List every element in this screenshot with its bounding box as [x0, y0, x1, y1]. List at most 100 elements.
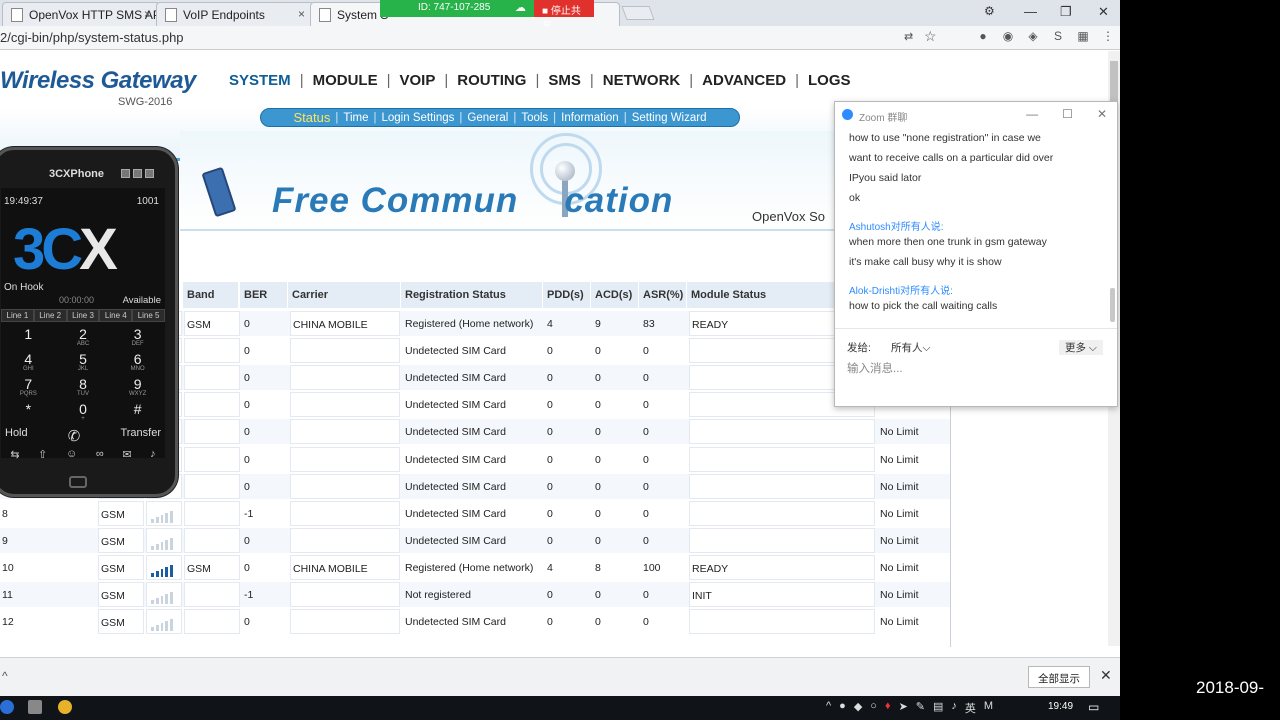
menu-icon[interactable]: ⋮: [1102, 29, 1114, 43]
table-row: 12 GSM 0 Undetected SIM Card 0 0 0 No Limit: [0, 609, 950, 635]
line-2-button[interactable]: Line 2: [33, 309, 67, 322]
network-icon[interactable]: ▤: [933, 700, 943, 716]
minimize-button[interactable]: —: [1026, 107, 1038, 121]
line-3-button[interactable]: Line 3: [66, 309, 100, 322]
subnav-general[interactable]: General: [462, 112, 513, 124]
ime-mode-icon[interactable]: M: [984, 700, 993, 716]
taskbar-clock[interactable]: 19:49: [1048, 701, 1073, 712]
show-all-button[interactable]: 全部显示: [1028, 666, 1090, 688]
keypad-key[interactable]: 8 TUV: [56, 375, 111, 400]
close-tab-icon[interactable]: ×: [144, 7, 151, 21]
circle-tray-icon[interactable]: ○: [870, 700, 877, 716]
volume-icon[interactable]: ♪: [951, 700, 957, 716]
contact-icon[interactable]: ☺: [66, 448, 77, 461]
url-input[interactable]: 2/cgi-bin/php/system-status.php: [0, 30, 184, 45]
keypad-key[interactable]: 2 ABC: [56, 325, 111, 350]
close-tab-icon[interactable]: ×: [298, 7, 305, 21]
minimize-button[interactable]: —: [1024, 4, 1037, 19]
close-window-button[interactable]: ✕: [1098, 4, 1109, 20]
nav-system[interactable]: SYSTEM: [220, 72, 300, 89]
subnav-information[interactable]: Information: [556, 112, 624, 124]
phone-home-button[interactable]: [69, 476, 87, 488]
pen-icon[interactable]: ✎: [916, 700, 925, 716]
upload-icon[interactable]: ⇧: [38, 448, 47, 461]
chat-sender: Ashutosh对所有人说:: [849, 222, 944, 233]
chat-message-input[interactable]: 输入消息...: [847, 360, 903, 376]
zoom-title: Zoom 群聊: [859, 113, 908, 124]
keypad-key[interactable]: 7 PQRS: [1, 375, 56, 400]
nav-network[interactable]: NETWORK: [594, 72, 690, 89]
maximize-button[interactable]: ☐: [1062, 107, 1073, 121]
restore-button[interactable]: ❐: [1060, 4, 1072, 20]
windows-taskbar: ^ ● ◆ ○ ♦ ➤ ✎ ▤ ♪ 英 M 19:49 ▭: [0, 696, 1120, 720]
availability-status[interactable]: Available: [123, 295, 161, 306]
subnav-time[interactable]: Time: [338, 112, 373, 124]
stop-share-button[interactable]: ■ 停止共享: [534, 0, 594, 32]
hold-button[interactable]: Hold: [5, 427, 28, 447]
extension-icon[interactable]: ⚙: [984, 4, 995, 18]
app-icon[interactable]: [28, 700, 42, 714]
chevron-up-icon[interactable]: ^: [826, 700, 831, 716]
notification-icon[interactable]: ▭: [1088, 700, 1099, 714]
subnav-tools[interactable]: Tools: [516, 112, 553, 124]
send-icon[interactable]: ➤: [899, 700, 908, 716]
phone-close-button[interactable]: [145, 169, 154, 178]
keypad-key[interactable]: 1: [1, 325, 56, 350]
phone-screen: 19:49:37 1001 3CX On Hook 00:00:00 Avail…: [1, 188, 165, 461]
translate-icon[interactable]: ⇄: [904, 30, 913, 43]
swap-icon[interactable]: ⇆: [10, 448, 19, 461]
call-handset-icon[interactable]: ✆: [68, 427, 81, 447]
cell-ber: 0: [244, 372, 250, 385]
transfer-button[interactable]: Transfer: [120, 427, 161, 447]
more-button[interactable]: 更多 ⌵: [1059, 340, 1103, 355]
keypad-key[interactable]: 5 JKL: [56, 350, 111, 375]
subnav-login-settings[interactable]: Login Settings: [377, 112, 460, 124]
tab-voip-endpoints[interactable]: VoIP Endpoints ×: [156, 2, 314, 26]
recipient-dropdown[interactable]: 所有人⌵: [891, 340, 930, 355]
date-overlay: 2018-09-: [1196, 678, 1265, 697]
extension-icon[interactable]: ◈: [1027, 29, 1039, 43]
cookie-icon[interactable]: ◉: [1002, 29, 1014, 43]
keypad-key[interactable]: 9 WXYZ: [110, 375, 165, 400]
keypad-key[interactable]: 6 MNO: [110, 350, 165, 375]
nav-module[interactable]: MODULE: [304, 72, 387, 89]
line-5-button[interactable]: Line 5: [132, 309, 165, 322]
mute-icon[interactable]: ♪: [150, 448, 156, 461]
voicemail-icon[interactable]: ∞: [96, 448, 104, 461]
line-4-button[interactable]: Line 4: [99, 309, 133, 322]
keypad-key[interactable]: #: [110, 400, 165, 425]
chrome-icon[interactable]: [58, 700, 72, 714]
ime-indicator[interactable]: 英: [965, 700, 976, 716]
nav-sms[interactable]: SMS: [539, 72, 590, 89]
nav-voip[interactable]: VOIP: [391, 72, 445, 89]
subnav-status[interactable]: Status: [289, 110, 336, 125]
cell-pdd: 0: [547, 507, 553, 520]
keypad-key[interactable]: 0 +: [56, 400, 111, 425]
missed-call-icon[interactable]: ✉: [122, 448, 131, 461]
red-tray-icon[interactable]: ♦: [885, 700, 891, 716]
start-icon[interactable]: [0, 700, 14, 714]
new-tab-button[interactable]: [621, 6, 655, 20]
bookmark-star-icon[interactable]: ☆: [924, 28, 937, 45]
extension-icon[interactable]: ▦: [1077, 29, 1089, 43]
skype-icon[interactable]: S: [1052, 29, 1064, 43]
tab-openvox-http-sms[interactable]: OpenVox HTTP SMS AP ×: [2, 2, 160, 26]
nav-routing[interactable]: ROUTING: [448, 72, 535, 89]
keypad-key[interactable]: 3 DEF: [110, 325, 165, 350]
phone-minimize-button[interactable]: [133, 169, 142, 178]
keypad-key[interactable]: *: [1, 400, 56, 425]
keypad-key[interactable]: 4 GHI: [1, 350, 56, 375]
line-1-button[interactable]: Line 1: [1, 309, 34, 322]
chat-scrollbar[interactable]: [1110, 288, 1115, 322]
nav-advanced[interactable]: ADVANCED: [693, 72, 795, 89]
extension-icon[interactable]: ●: [977, 29, 989, 43]
subnav-setting-wizard[interactable]: Setting Wizard: [627, 112, 712, 124]
zoom-tray-icon[interactable]: ●: [839, 700, 846, 716]
chevron-up-icon[interactable]: ^: [2, 669, 8, 683]
app-tray-icon[interactable]: ◆: [854, 700, 862, 716]
cell-ber: 0: [244, 345, 250, 358]
close-button[interactable]: ✕: [1097, 107, 1107, 121]
phone-settings-button[interactable]: [121, 169, 130, 178]
nav-logs[interactable]: LOGS: [799, 72, 860, 89]
close-downloads-button[interactable]: ✕: [1100, 667, 1112, 684]
